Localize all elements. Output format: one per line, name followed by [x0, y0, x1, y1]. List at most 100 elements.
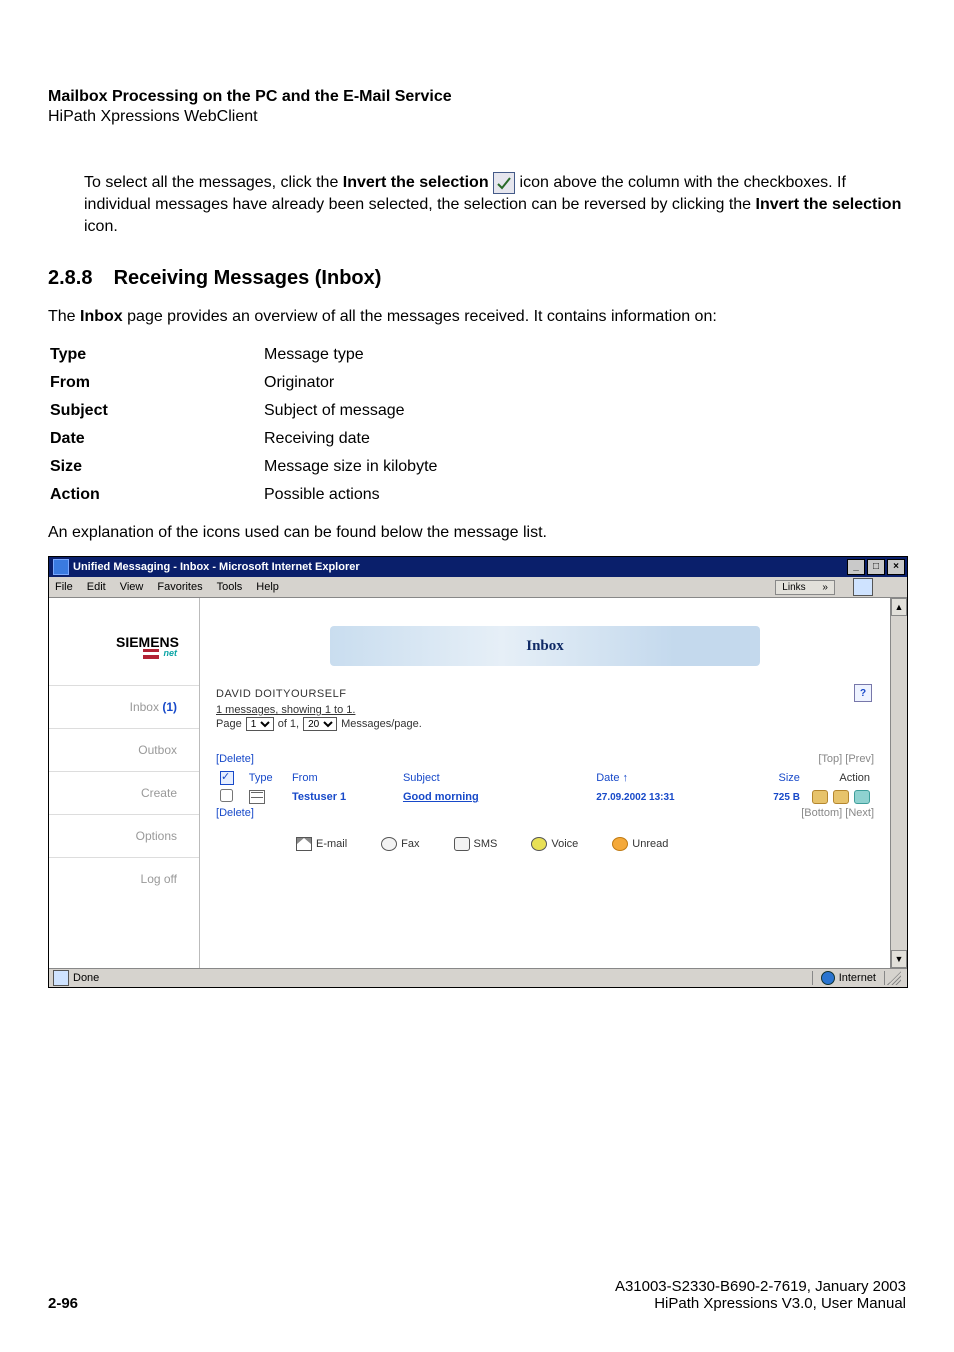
- close-button[interactable]: ×: [887, 559, 905, 575]
- pagination-row: Page 1 of 1, 20 Messages/page.: [216, 717, 874, 731]
- page-heading: Mailbox Processing on the PC and the E-M…: [48, 88, 906, 106]
- us-flag-icon: [143, 649, 159, 659]
- maximize-button[interactable]: □: [867, 559, 885, 575]
- legend-unread-icon: [612, 837, 628, 851]
- table-actions-top: [Delete] [Top] [Prev]: [216, 753, 874, 765]
- legend-fax-icon: [381, 837, 397, 851]
- menu-favorites[interactable]: Favorites: [157, 581, 202, 593]
- explain-paragraph: An explanation of the icons used can be …: [48, 524, 906, 542]
- legend-voice-icon: [531, 837, 547, 851]
- status-zone: Internet: [839, 972, 876, 984]
- menu-bar: File Edit View Favorites Tools Help Link…: [49, 577, 907, 598]
- legend-fax-label: Fax: [401, 838, 419, 850]
- screenshot-window: Unified Messaging - Inbox - Microsoft In…: [48, 556, 908, 988]
- messages-table: Type From Subject Date ↑ Size Action: [216, 769, 874, 807]
- page-select[interactable]: 1: [246, 717, 274, 731]
- inbox-banner: Inbox: [330, 626, 760, 666]
- lead-bold: Inbox: [80, 308, 123, 325]
- row-checkbox[interactable]: [220, 789, 233, 802]
- reply-icon[interactable]: [812, 790, 828, 804]
- intro-paragraph: To select all the messages, click the In…: [48, 172, 906, 237]
- per-page-label: Messages/page.: [341, 718, 422, 730]
- summary-text: 1 messages, showing 1 to 1.: [216, 704, 355, 716]
- delete-link-top[interactable]: Delete: [219, 753, 251, 765]
- ie-icon: [53, 559, 69, 575]
- legend-voice-label: Voice: [551, 838, 578, 850]
- intro-pre: To select all the messages, click the: [84, 174, 343, 191]
- legend-email-label: E-mail: [316, 838, 347, 850]
- def-desc: Message type: [264, 342, 437, 368]
- next-link[interactable]: Next: [848, 807, 871, 819]
- links-toolbar[interactable]: Links »: [775, 580, 835, 595]
- menu-edit[interactable]: Edit: [87, 581, 106, 593]
- section-lead: The Inbox page provides an overview of a…: [48, 308, 906, 326]
- reply-all-icon[interactable]: [833, 790, 849, 804]
- section-number: 2.8.8: [48, 267, 108, 290]
- delete-link-bottom[interactable]: Delete: [219, 807, 251, 819]
- help-icon[interactable]: ?: [854, 684, 872, 702]
- legend-email-icon: [296, 837, 312, 851]
- nav-logoff[interactable]: Log off: [49, 858, 199, 900]
- windows-flag-icon: [853, 578, 873, 596]
- per-page-select[interactable]: 20: [303, 717, 337, 731]
- summary-line: 1 messages, showing 1 to 1.: [216, 704, 874, 716]
- menu-file[interactable]: File: [55, 581, 73, 593]
- bottom-link[interactable]: Bottom: [804, 807, 839, 819]
- nav-options[interactable]: Options: [49, 815, 199, 858]
- page-label: Page: [216, 718, 242, 730]
- logo-suffix: net: [164, 648, 178, 658]
- section-title: Receiving Messages (Inbox): [114, 267, 382, 289]
- def-desc: Possible actions: [264, 482, 437, 508]
- row-size: 725 B: [755, 787, 804, 807]
- nav-create[interactable]: Create: [49, 772, 199, 815]
- table-row: Testuser 1 Good morning 27.09.2002 13:31…: [216, 787, 874, 807]
- email-type-icon: [249, 790, 265, 804]
- minimize-button[interactable]: _: [847, 559, 865, 575]
- links-label: Links: [782, 582, 805, 593]
- def-term: Subject: [50, 398, 262, 424]
- legend: E-mail Fax SMS Voice Unread: [296, 837, 874, 851]
- def-desc: Receiving date: [264, 426, 437, 452]
- page-footer: 2-96 A31003-S2330-B690-2-7619, January 2…: [48, 1278, 906, 1312]
- def-term: Action: [50, 482, 262, 508]
- row-from: Testuser 1: [288, 787, 399, 807]
- nav-inbox[interactable]: Inbox (1): [49, 685, 199, 729]
- select-all-toggle[interactable]: [220, 771, 234, 785]
- intro-post: icon.: [84, 218, 118, 235]
- col-subject[interactable]: Subject: [399, 769, 592, 787]
- definitions-table: TypeMessage type FromOriginator Subject S…: [48, 340, 439, 510]
- scroll-up-button[interactable]: ▲: [891, 598, 907, 616]
- col-date-label: Date: [596, 772, 619, 784]
- forward-icon[interactable]: [854, 790, 870, 804]
- col-from[interactable]: From: [288, 769, 399, 787]
- page-of: of 1,: [278, 718, 299, 730]
- def-desc: Originator: [264, 370, 437, 396]
- menu-view[interactable]: View: [120, 581, 144, 593]
- def-term: Type: [50, 342, 262, 368]
- page-subheading: HiPath Xpressions WebClient: [48, 108, 906, 126]
- internet-zone-icon: [821, 971, 835, 985]
- menu-tools[interactable]: Tools: [217, 581, 243, 593]
- prev-link[interactable]: Prev: [848, 753, 871, 765]
- top-link[interactable]: Top: [821, 753, 839, 765]
- row-subject-link[interactable]: Good morning: [403, 791, 479, 803]
- def-term: Size: [50, 454, 262, 480]
- legend-sms-icon: [454, 837, 470, 851]
- vertical-scrollbar[interactable]: ▲ ▼: [890, 598, 907, 968]
- menu-help[interactable]: Help: [256, 581, 279, 593]
- col-date[interactable]: Date ↑: [592, 769, 754, 787]
- resize-grip-icon[interactable]: [887, 971, 901, 985]
- siemens-logo: SIEMENS net: [49, 634, 199, 659]
- def-term: From: [50, 370, 262, 396]
- col-type[interactable]: Type: [245, 769, 288, 787]
- row-date: 27.09.2002 13:31: [592, 787, 754, 807]
- intro-bold-2: Invert the selection: [756, 196, 902, 213]
- window-titlebar: Unified Messaging - Inbox - Microsoft In…: [49, 557, 907, 577]
- window-title: Unified Messaging - Inbox - Microsoft In…: [73, 561, 360, 573]
- status-done: Done: [73, 972, 99, 984]
- col-size[interactable]: Size: [755, 769, 804, 787]
- nav-inbox-label: Inbox: [130, 700, 159, 714]
- footer-ref: A31003-S2330-B690-2-7619, January 2003: [615, 1278, 906, 1295]
- nav-outbox[interactable]: Outbox: [49, 729, 199, 772]
- scroll-down-button[interactable]: ▼: [891, 950, 907, 968]
